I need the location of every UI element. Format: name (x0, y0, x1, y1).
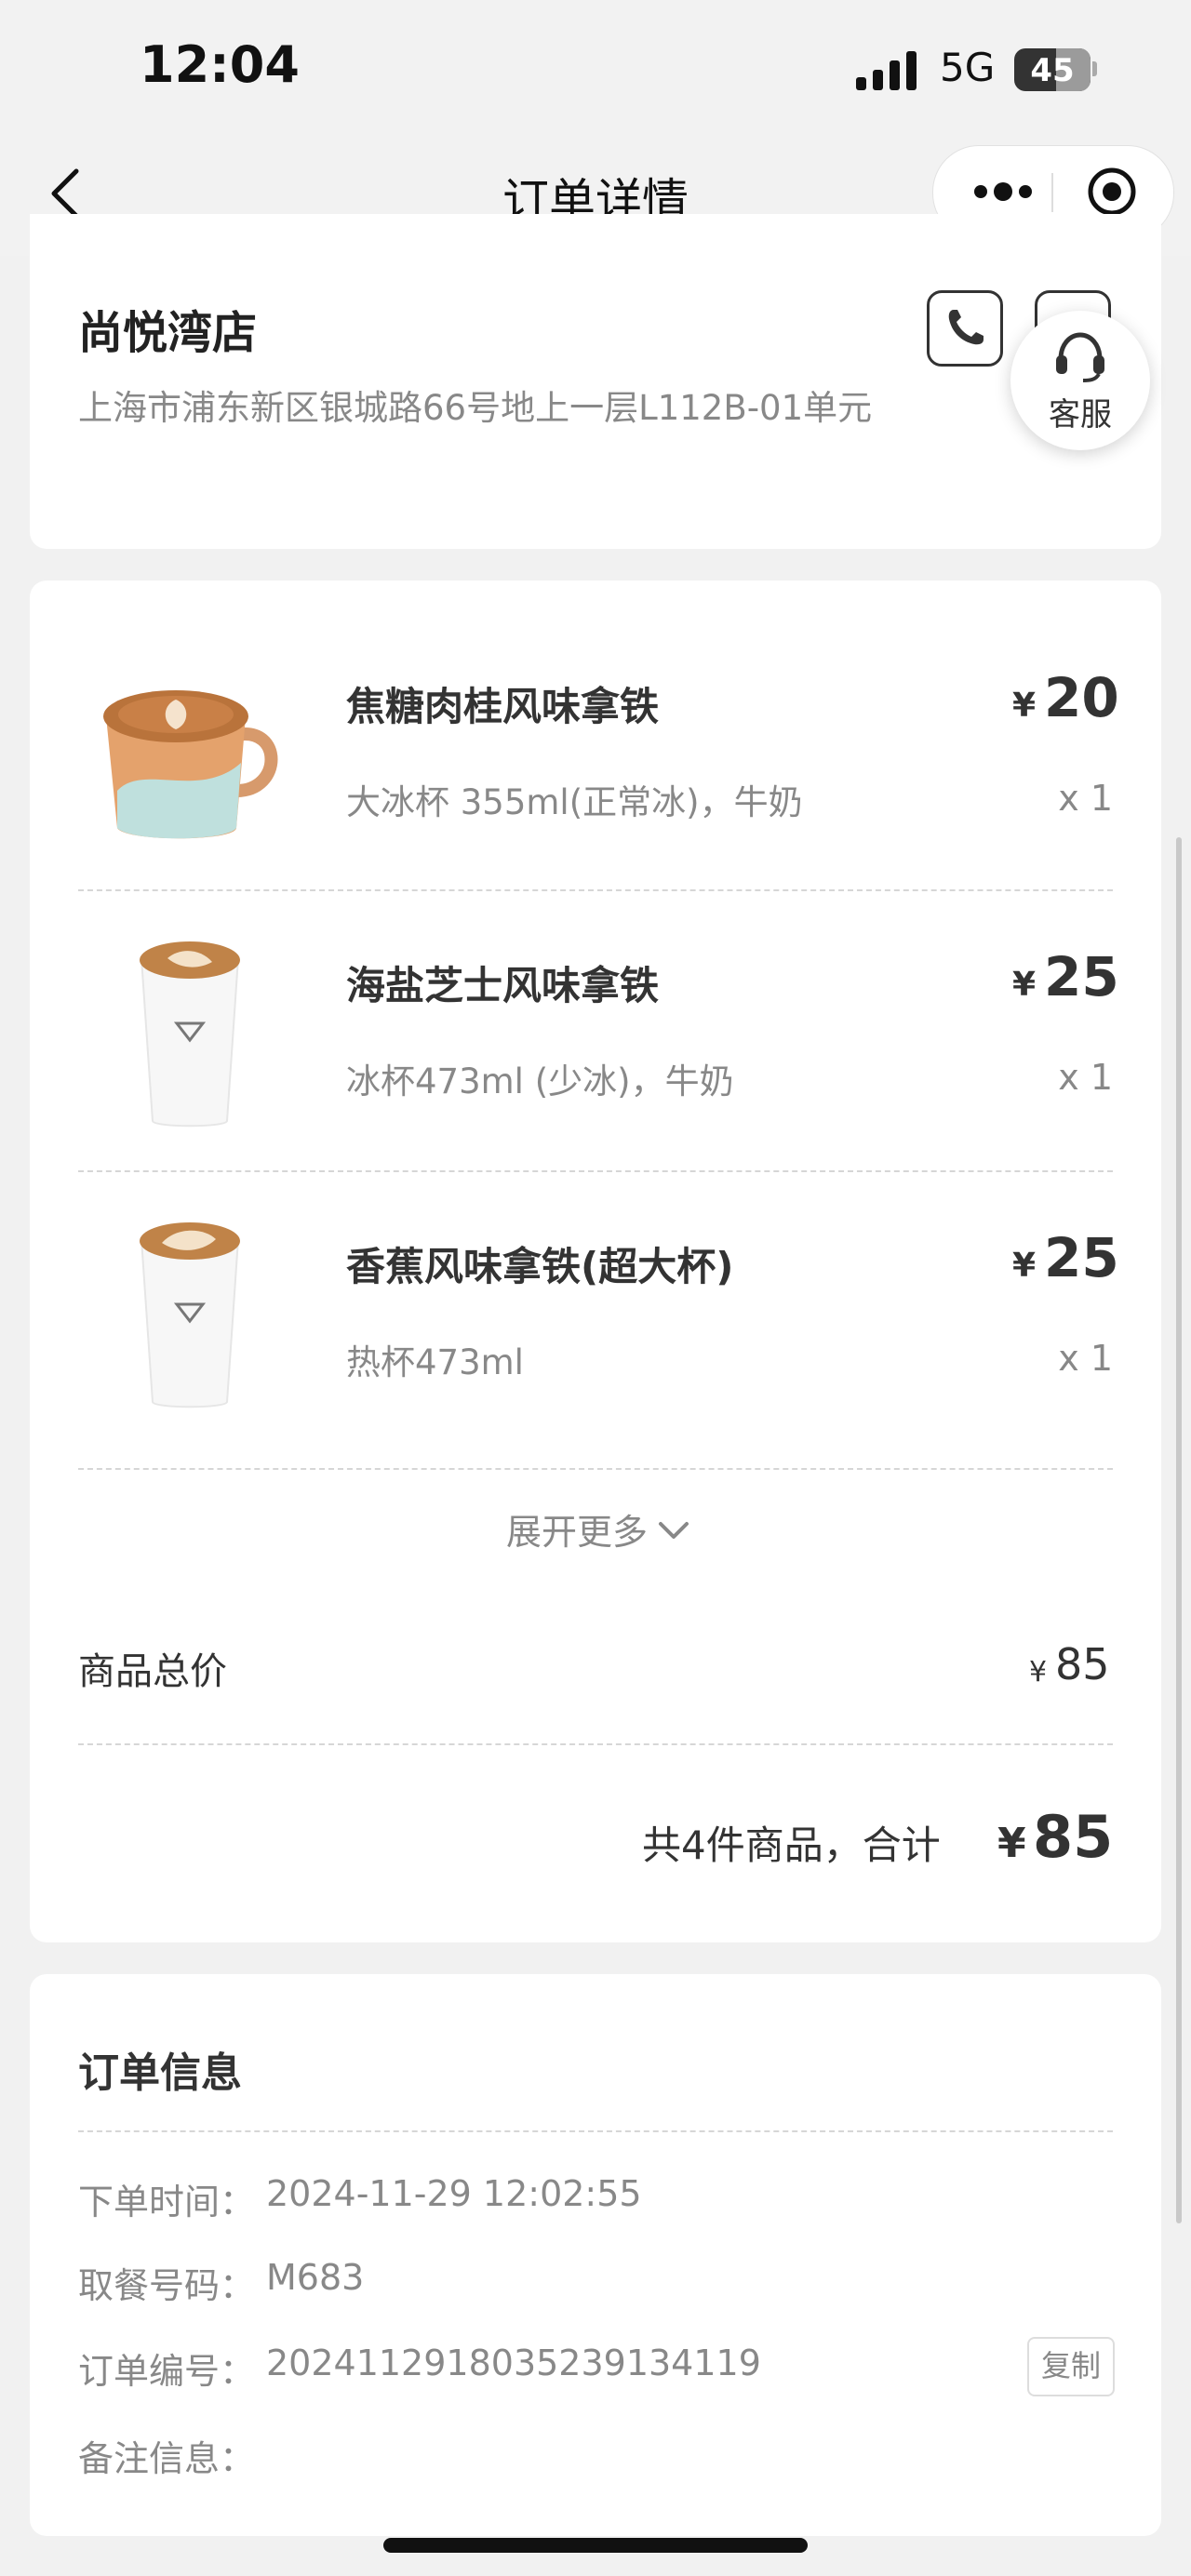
battery-tip (1092, 61, 1097, 76)
order-time-value: 2024-11-29 12:02:55 (266, 2173, 642, 2214)
subtotal-value: 85 (1055, 1639, 1110, 1689)
status-time: 12:04 (140, 35, 300, 94)
total-value: 85 (1033, 1803, 1114, 1871)
item-name: 海盐芝士风味拿铁 (346, 963, 660, 1008)
list-item[interactable]: 海盐芝士风味拿铁 冰杯473ml (少冰)，牛奶 ¥ 25 x 1 (78, 921, 1119, 1144)
order-number-label: 订单编号： (78, 2351, 256, 2392)
more-dots-icon[interactable] (958, 164, 1051, 220)
divider (78, 2130, 1113, 2132)
item-price-symbol: ¥ (1012, 1247, 1037, 1285)
remark-label: 备注信息： (78, 2438, 256, 2479)
divider (78, 1170, 1113, 1172)
divider (78, 889, 1113, 891)
item-name: 焦糖肉桂风味拿铁 (346, 684, 660, 729)
item-spec: 热杯473ml (346, 1342, 524, 1382)
expand-more-label: 展开更多 (505, 1512, 648, 1553)
item-quantity: x 1 (1058, 1338, 1113, 1379)
headset-icon (1056, 332, 1104, 382)
chevron-down-icon[interactable] (657, 1520, 690, 1542)
item-price: 20 (1044, 666, 1119, 729)
total-summary: 共4件商品，合计 (642, 1822, 941, 1868)
item-quantity: x 1 (1058, 778, 1113, 819)
item-price: 25 (1044, 1226, 1119, 1289)
paper-cup-image (140, 941, 240, 1128)
subtotal-currency: ¥ (1029, 1656, 1048, 1688)
paper-cup-image (140, 1222, 240, 1408)
order-info-title: 订单信息 (78, 2049, 242, 2097)
item-price-symbol: ¥ (1012, 687, 1037, 725)
item-price-symbol: ¥ (1012, 966, 1037, 1004)
total-currency: ¥ (997, 1820, 1026, 1867)
home-indicator (383, 2538, 808, 2553)
capsule-divider (1051, 173, 1053, 212)
pickup-code-value: M683 (266, 2257, 365, 2298)
store-address: 上海市浦东新区银城路66号地上一层L112B-01单元 (78, 388, 873, 428)
pickup-code-label: 取餐号码： (78, 2265, 256, 2306)
subtotal-label: 商品总价 (78, 1650, 227, 1693)
network-label: 5G (940, 45, 996, 90)
scrollbar[interactable] (1176, 837, 1182, 2223)
order-time-label: 下单时间： (78, 2182, 256, 2222)
order-number-value: 20241129180352391341​19 (266, 2342, 761, 2383)
copy-button[interactable]: 复制 (1027, 2337, 1115, 2396)
list-item[interactable]: 香蕉风味拿铁(超大杯) 热杯473ml ¥ 25 x 1 (78, 1202, 1119, 1425)
item-spec: 冰杯473ml (少冰)，牛奶 (346, 1061, 734, 1101)
store-name: 尚悦湾店 (78, 307, 258, 359)
list-item[interactable]: 焦糖肉桂风味拿铁 大冰杯 355ml(正常冰)，牛奶 ¥ 20 x 1 (78, 642, 1119, 865)
target-icon[interactable] (1079, 164, 1144, 220)
phone-icon (948, 310, 984, 345)
customer-service-label: 客服 (1049, 396, 1112, 434)
divider (78, 1468, 1113, 1470)
divider (78, 1743, 1113, 1745)
item-price: 25 (1044, 945, 1119, 1008)
latte-cup-image (103, 690, 278, 839)
signal-icon (856, 51, 917, 90)
battery-level: 45 (1030, 52, 1075, 89)
call-store-button[interactable] (927, 290, 1003, 367)
item-name: 香蕉风味拿铁(超大杯) (346, 1244, 734, 1289)
item-quantity: x 1 (1058, 1057, 1113, 1098)
battery-icon: 45 (1014, 48, 1091, 91)
item-spec: 大冰杯 355ml(正常冰)，牛奶 (346, 782, 803, 822)
chevron-left-icon[interactable] (45, 166, 86, 221)
